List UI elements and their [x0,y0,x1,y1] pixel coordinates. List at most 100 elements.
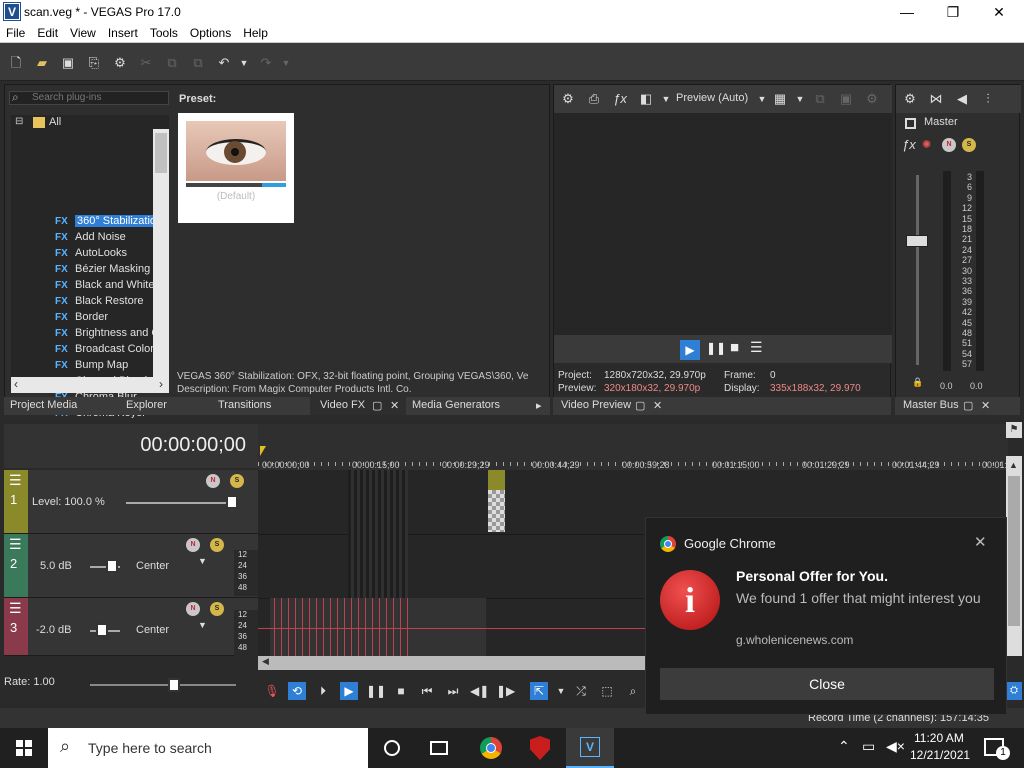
track-2-mute-icon[interactable]: N [186,538,200,552]
plugin-item[interactable]: FX Bézier Masking [55,261,150,277]
save-icon[interactable]: ▣ [60,55,76,71]
menu-insert[interactable]: Insert [102,24,144,42]
cut-icon[interactable]: ✂ [138,55,154,71]
normal-edit-tool-icon[interactable]: ⇱ [530,682,548,700]
plugin-item[interactable]: FX Bump Map [55,357,128,373]
fx-icon[interactable]: ƒx [612,91,628,107]
prev-frame-icon[interactable]: ◀❚ [470,682,489,700]
master-undock-icon[interactable]: ▢ [963,399,973,412]
track-3-pan-handle-icon[interactable]: ▼ [198,620,207,630]
track-2-volume-handle[interactable] [106,559,118,573]
save-snapshot-icon[interactable]: ▣ [838,91,854,107]
volume-muted-icon[interactable]: ◀× [886,738,905,755]
copy-snapshot-icon[interactable]: ⧉ [812,91,828,107]
master-settings-icon[interactable]: ⚙ [902,91,918,107]
windows-start-icon[interactable] [16,740,32,756]
menu-options[interactable]: Options [184,24,237,42]
tab-project-media[interactable]: Project Media [10,399,77,411]
plugin-item[interactable]: FX Black and White [55,277,154,293]
tab-video-preview[interactable]: Video Preview [561,399,631,411]
plugin-item[interactable]: FX AutoLooks [55,245,127,261]
track-1-mute-icon[interactable]: N [206,474,220,488]
minimize-button[interactable]: — [884,0,930,24]
track-3-solo-icon[interactable]: S [210,602,224,616]
security-shield-icon[interactable] [530,736,550,760]
quality-dropdown-icon[interactable]: ▼ [754,91,770,107]
scroll-left-icon[interactable]: ‹ [14,377,18,391]
toast-close-icon[interactable]: ✕ [974,533,987,551]
taskbar-search[interactable]: ⌕ Type here to search [48,728,368,768]
mixer-icon[interactable]: ⫶ [980,91,996,107]
render-icon[interactable]: ⎘ [86,55,102,71]
play-icon[interactable]: ▶ [340,682,358,700]
hscroll-left-icon[interactable]: ◀ [262,656,269,667]
scroll-thumb[interactable] [155,133,167,173]
taskbar-search-input[interactable]: Type here to search [88,740,212,756]
downmix-icon[interactable]: ⋈ [928,91,944,107]
overlays-dropdown-icon[interactable]: ▼ [792,91,808,107]
track-3-mute-icon[interactable]: N [186,602,200,616]
video-preview-canvas[interactable] [554,113,892,335]
track-header-audio-2[interactable]: ☰ 2 N S 5.0 dB Center ▼ 12 24 36 48 [4,534,258,598]
edit-tool-dropdown-icon[interactable]: ▼ [552,682,570,700]
undock-icon[interactable]: ▢ [372,399,382,412]
timeline-hscroll[interactable]: ◀ [258,656,648,670]
track-1-level-handle[interactable] [226,495,238,509]
preview-settings-icon[interactable]: ⚙ [560,91,576,107]
menu-tools[interactable]: Tools [144,24,184,42]
tab-video-fx-active[interactable]: Video FX ▢ ✕ [310,397,406,415]
chrome-taskbar-icon[interactable] [480,737,502,759]
plugin-item[interactable]: FX Border [55,309,108,325]
speaker-icon[interactable]: ◀ [954,91,970,107]
cursor-marker-icon[interactable] [260,446,266,456]
master-fx-icon[interactable]: ƒx [902,137,916,152]
tab-video-fx[interactable]: Video FX [320,399,365,411]
plugin-item[interactable]: FX Black Restore [55,293,143,309]
master-automation-icon[interactable]: ✺ [922,138,931,151]
pause-icon[interactable]: ❚❚ [366,682,386,700]
close-button[interactable]: ✕ [976,0,1022,24]
tray-time[interactable]: 11:20 AM [914,731,964,745]
track-menu-icon[interactable]: ☰ [9,472,22,489]
next-frame-icon[interactable]: ❚▶ [496,682,515,700]
preview-close-tab-icon[interactable]: ✕ [653,399,662,412]
track-header-video[interactable]: ☰ 1 N S Level: 100.0 % [4,470,258,534]
plugin-item[interactable]: FX Add Noise [55,229,126,245]
toast-close-button[interactable]: Close [660,668,994,700]
tab-media-generators[interactable]: Media Generators [412,399,500,411]
envelope-tool-icon[interactable]: ⤮ [572,682,590,700]
marker-flag-icon[interactable]: ⚑ [1006,422,1022,438]
go-to-start-icon[interactable]: ⏮ [418,682,436,700]
tabs-more-icon[interactable]: ▸ [536,399,542,412]
zoom-tool-icon[interactable]: ⌕ [624,682,642,700]
tab-master-bus[interactable]: Master Bus [903,399,959,411]
undo-dropdown-icon[interactable]: ▼ [236,55,252,71]
record-mic-icon[interactable]: 🎙 [263,682,281,700]
plugin-item[interactable]: FX Broadcast Colors [55,341,157,357]
go-to-end-icon[interactable]: ⏭ [444,682,462,700]
collapse-icon[interactable]: ⊟ [15,116,23,127]
preset-thumbnail[interactable]: (Default) [178,113,294,223]
audio-event-track-3[interactable] [270,598,486,656]
plugin-tree-hscroll[interactable]: ‹ › [11,377,169,393]
preview-options-icon[interactable]: ⚙ [864,91,880,107]
scroll-right-icon[interactable]: › [159,377,163,391]
settings-gear-icon[interactable]: ⚙ [112,55,128,71]
plugin-tree-scrollbar[interactable] [153,129,169,377]
master-close-tab-icon[interactable]: ✕ [981,399,990,412]
plugin-search[interactable]: ⌕ Search plug-ins [9,90,169,105]
chrome-notification[interactable]: Google Chrome ✕ i Personal Offer for You… [645,517,1007,715]
menu-view[interactable]: View [64,24,102,42]
preview-menu-icon[interactable]: ☰ [750,339,763,356]
maximize-button[interactable]: ❐ [930,0,976,24]
vegas-taskbar-button[interactable]: V [566,728,614,768]
track-3-menu-icon[interactable]: ☰ [9,600,22,617]
master-checkbox[interactable] [905,118,916,129]
paste-icon[interactable]: ⧉ [190,55,206,71]
lock-envelopes-icon[interactable]: ⛭ [1006,682,1022,700]
master-solo-icon[interactable]: S [962,138,976,152]
preview-device-icon[interactable]: ⎙ [586,91,602,107]
undo-icon[interactable]: ↶ [216,55,232,71]
stop-icon[interactable]: ■ [392,682,410,700]
split-screen-icon[interactable]: ◧ [638,91,654,107]
